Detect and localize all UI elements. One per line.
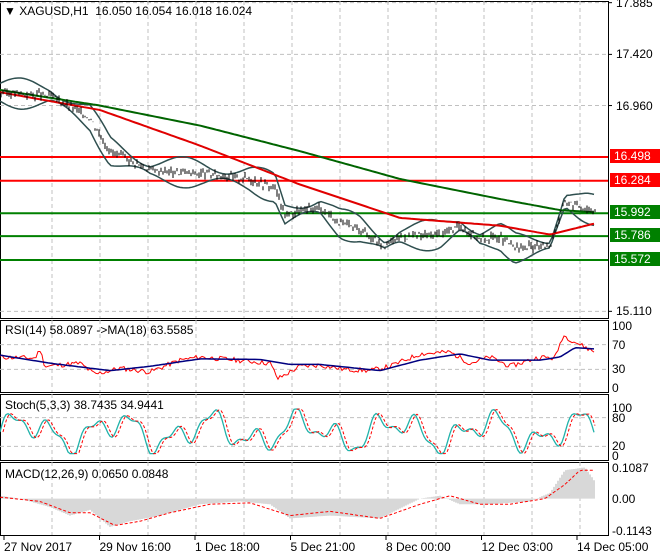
level-tag: 16.284	[610, 172, 660, 187]
chart-window: ▼ XAGUSD,H1 16.050 16.054 16.018 16.024 …	[0, 0, 660, 560]
macd-label: MACD(12,26,9) 0.0650 0.0848	[5, 467, 169, 481]
rsi-label: RSI(14) 58.0897 ->MA(18) 63.5585	[5, 323, 194, 337]
ohlc-open: 16.050	[95, 4, 132, 18]
rsi-tick-label: 70	[612, 337, 626, 352]
x-axis-label: 29 Nov 16:00	[99, 540, 171, 554]
price-tick-label: 16.960	[616, 98, 653, 113]
level-tag: 15.786	[610, 228, 660, 243]
rsi-tick-label: 100	[612, 319, 633, 333]
price-bars	[0, 88, 596, 254]
x-axis-label: 5 Dec 21:00	[290, 540, 356, 554]
level-tag: 15.572	[610, 251, 660, 266]
bollinger-upper	[0, 77, 595, 245]
ohlc-close: 16.024	[215, 4, 253, 18]
stoch-main	[0, 408, 595, 455]
level-tag: 16.498	[610, 148, 660, 163]
x-axis-label: 27 Nov 2017	[4, 540, 73, 554]
rsi-tick-label: 0	[612, 381, 619, 395]
x-axis-label: 8 Dec 00:00	[386, 540, 451, 554]
macd-tick-label: -0.1143	[612, 523, 652, 538]
price-tick-label: 15.110	[616, 304, 652, 319]
rsi-line	[0, 335, 595, 381]
x-axis-label: 12 Dec 03:00	[481, 540, 553, 554]
price-tick-label: 17.420	[616, 47, 653, 62]
ohlc-high: 16.054	[135, 4, 172, 18]
x-axis-label: 14 Dec 05:00	[577, 540, 649, 554]
ohlc-low: 16.018	[175, 4, 213, 18]
macd-tick-label: 0.00	[612, 491, 636, 506]
stoch-label: Stoch(5,3,3) 38.7435 34.9441	[5, 398, 164, 412]
price-tick-label: 17.885	[616, 0, 653, 10]
level-tag: 15.992	[610, 205, 660, 220]
stoch-signal	[2, 408, 596, 455]
macd-tick-label: 0.1087	[612, 460, 649, 475]
symbol-header: ▼ XAGUSD,H1 16.050 16.054 16.018 16.024	[4, 4, 253, 18]
pane-border-0	[0, 1, 609, 319]
rsi-tick-label: 30	[612, 362, 626, 377]
x-axis-label: 1 Dec 18:00	[195, 540, 260, 554]
symbol-title: XAGUSD,H1	[19, 4, 89, 18]
stoch-tick-label: 80	[612, 410, 626, 425]
